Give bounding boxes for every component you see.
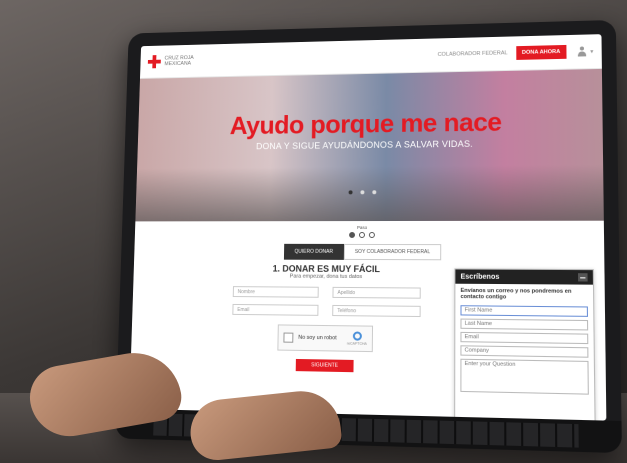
step-dot — [349, 232, 356, 238]
recaptcha-icon — [352, 331, 362, 341]
phone-field[interactable]: Teléfono — [332, 304, 421, 318]
donation-form: 1. DONAR ES MUY FÁCIL Para empezar, dona… — [231, 263, 421, 373]
red-cross-icon — [148, 55, 161, 68]
chat-email-field[interactable]: Email — [460, 331, 589, 345]
chat-title: Escríbenos — [460, 273, 500, 281]
step-label: Paso — [356, 225, 368, 231]
email-field[interactable]: Email — [232, 303, 319, 316]
captcha-label: No soy un robot — [298, 334, 337, 342]
carousel-dot[interactable] — [348, 190, 353, 195]
step-dot — [358, 232, 365, 238]
browser-screen: CRUZ ROJA MEXICANA COLABORADOR FEDERAL D… — [129, 34, 607, 421]
recaptcha-widget: No soy un robot reCAPTCHA — [277, 324, 374, 353]
donate-now-button[interactable]: DONA AHORA — [515, 44, 567, 60]
laptop: CRUZ ROJA MEXICANA COLABORADOR FEDERAL D… — [115, 19, 622, 454]
minimize-icon[interactable] — [578, 273, 588, 282]
tab-federal-collaborator[interactable]: SOY COLABORADOR FEDERAL — [343, 243, 442, 261]
name-field[interactable]: Nombre — [232, 286, 319, 298]
chat-intro: Envíanos un correo y nos pondremos en co… — [460, 287, 572, 301]
recaptcha-brand: reCAPTCHA — [346, 341, 367, 346]
lastname-field[interactable]: Apellido — [332, 286, 421, 299]
recaptcha-logo: reCAPTCHA — [347, 331, 367, 346]
carousel-dot[interactable] — [360, 190, 365, 195]
contact-chat-widget: Escríbenos Envíanos un correo y nos pond… — [454, 268, 596, 421]
carousel-dots — [136, 180, 603, 200]
step-indicator: Paso — [135, 225, 604, 238]
tab-donate[interactable]: QUIERO DONAR — [283, 243, 344, 260]
donation-tabs: QUIERO DONAR SOY COLABORADOR FEDERAL — [134, 243, 604, 261]
chat-header: Escríbenos — [455, 269, 593, 285]
user-icon[interactable] — [577, 46, 587, 56]
first-name-field[interactable]: First Name — [460, 305, 589, 317]
hero-title: Ayudo porque me nace — [229, 106, 502, 140]
step-dot — [368, 232, 375, 238]
last-name-field[interactable]: Last Name — [460, 318, 589, 331]
logo-text: CRUZ ROJA MEXICANA — [164, 55, 194, 68]
hero-banner: Ayudo porque me nace DONA Y SIGUE AYUDÁN… — [135, 68, 604, 222]
nav-link-collaborator[interactable]: COLABORADOR FEDERAL — [438, 50, 508, 58]
form-subtitle: Para empezar, dona tus datos — [289, 273, 363, 281]
carousel-dot[interactable] — [372, 190, 377, 195]
chevron-down-icon[interactable]: ▾ — [590, 48, 593, 55]
question-textarea[interactable]: Enter your Question — [460, 358, 589, 395]
site-logo[interactable]: CRUZ ROJA MEXICANA — [148, 54, 204, 68]
captcha-checkbox[interactable] — [283, 332, 294, 343]
company-field[interactable]: Company — [460, 345, 589, 358]
next-button[interactable]: SIGUIENTE — [295, 358, 354, 373]
